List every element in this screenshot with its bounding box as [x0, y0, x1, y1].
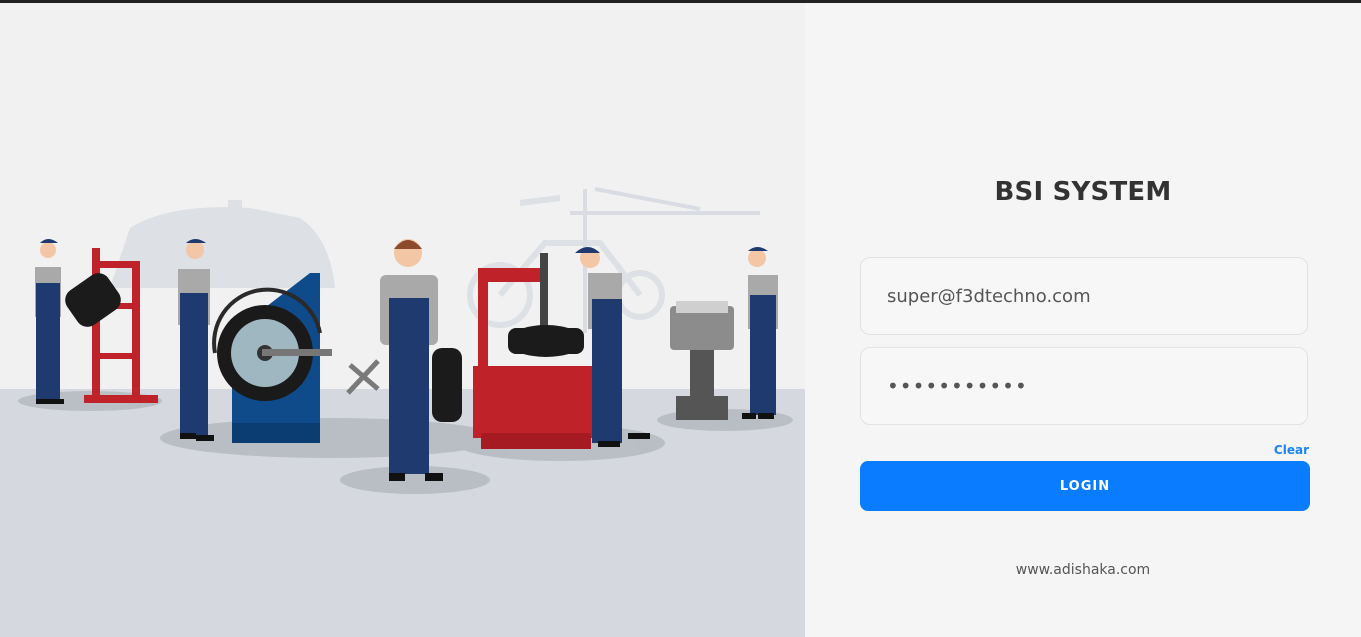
workshop-illustration	[0, 3, 805, 637]
login-button[interactable]: LOGIN	[860, 461, 1310, 511]
footer-website: www.adishaka.com	[1015, 562, 1151, 578]
password-field[interactable]	[861, 348, 1307, 424]
email-field[interactable]	[861, 258, 1307, 334]
email-field-container	[860, 257, 1308, 335]
app-title: BSI SYSTEM	[994, 177, 1172, 207]
clear-link[interactable]: Clear	[1274, 443, 1309, 457]
password-field-container	[860, 347, 1308, 425]
login-panel: BSI SYSTEM Clear LOGIN www.adishaka.com	[805, 3, 1361, 637]
